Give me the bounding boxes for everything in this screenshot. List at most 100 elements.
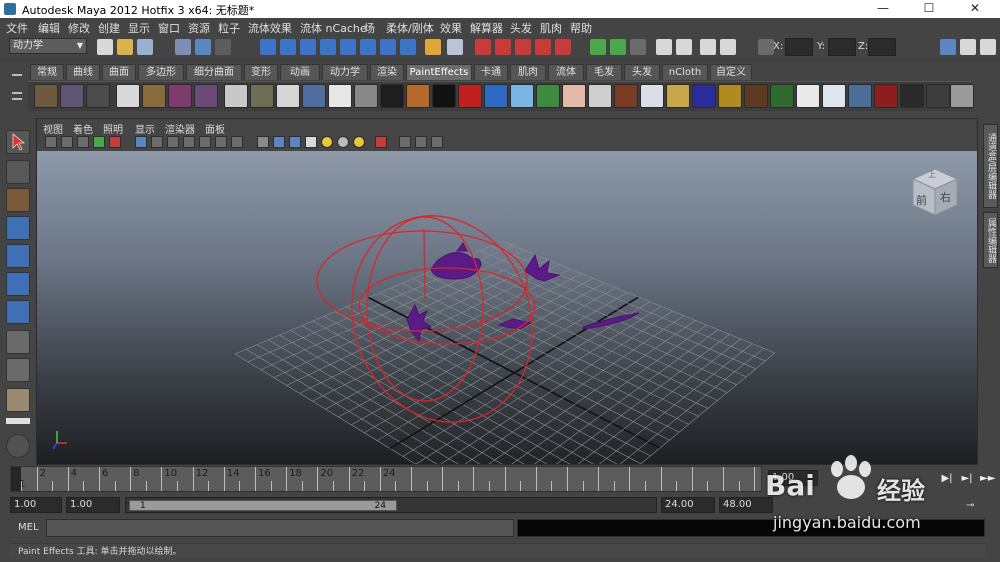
snap-point-icon[interactable] — [300, 39, 316, 55]
hair-brush-icon[interactable] — [744, 84, 768, 108]
metal-brush-icon[interactable] — [354, 84, 378, 108]
panel-menu-view[interactable]: 视图 — [43, 121, 63, 136]
rotate-tool-icon[interactable] — [6, 244, 30, 268]
share-brush-icon[interactable] — [194, 84, 218, 108]
menu-fluid-effects[interactable]: 流体效果 — [248, 20, 292, 36]
panel-menu-lighting[interactable]: 照明 — [103, 121, 123, 136]
new-scene-icon[interactable] — [97, 39, 113, 55]
menu-file[interactable]: 文件 — [6, 20, 28, 36]
construction-icon[interactable] — [380, 39, 396, 55]
flower-brush-icon[interactable] — [822, 84, 846, 108]
range-handle[interactable]: 1 24 — [129, 500, 397, 511]
tab-general[interactable]: 常规 — [30, 64, 64, 80]
film-icon[interactable] — [720, 39, 736, 55]
safe-title-icon[interactable] — [231, 136, 243, 148]
viewcube[interactable]: 上 前 右 — [909, 165, 961, 219]
menu-display[interactable]: 显示 — [128, 20, 150, 36]
move-tool-icon[interactable] — [6, 216, 30, 240]
snap-view-plane-icon[interactable] — [320, 39, 336, 55]
maximize-button[interactable]: ☐ — [906, 0, 952, 18]
camera-attributes-icon[interactable] — [61, 136, 73, 148]
resolution-gate-icon[interactable] — [167, 136, 179, 148]
y-field[interactable] — [828, 38, 856, 56]
render-settings-icon[interactable] — [656, 39, 672, 55]
menu-edit[interactable]: 编辑 — [38, 20, 60, 36]
panel-menu-show[interactable]: 显示 — [135, 121, 155, 136]
select-hierarchy-icon[interactable] — [175, 39, 191, 55]
brush-stroke-icon[interactable] — [60, 84, 84, 108]
smoke-brush-icon[interactable] — [900, 84, 924, 108]
snow-brush-icon[interactable] — [848, 84, 872, 108]
tab-polygons[interactable]: 多边形 — [138, 64, 184, 80]
tab-paint-effects[interactable]: PaintEffects — [406, 64, 472, 80]
fire-brush-icon[interactable] — [614, 84, 638, 108]
range-end-field[interactable]: 24.00 — [661, 497, 715, 513]
cloud-brush-icon[interactable] — [276, 84, 300, 108]
zebra-brush-icon[interactable] — [380, 84, 404, 108]
menu-fluid-ncache[interactable]: 流体 nCache — [300, 20, 367, 36]
transform-mode-icon[interactable] — [758, 39, 774, 55]
lasso-tool-icon[interactable] — [6, 160, 30, 184]
tab-fur[interactable]: 毛发 — [586, 64, 622, 80]
tool-settings-toggle-icon[interactable] — [960, 39, 976, 55]
sky-brush-icon[interactable] — [510, 84, 534, 108]
snap-grid-icon[interactable] — [260, 39, 276, 55]
tree-brush-icon[interactable] — [250, 84, 274, 108]
minimize-button[interactable]: — — [860, 0, 906, 18]
ipr-render-icon[interactable] — [630, 39, 646, 55]
select-object-icon[interactable] — [195, 39, 211, 55]
tab-dynamics[interactable]: 动力学 — [322, 64, 368, 80]
isolate-select-icon[interactable] — [375, 136, 387, 148]
shadows-icon[interactable] — [337, 136, 349, 148]
panel-menu-renderer[interactable]: 渲染器 — [165, 121, 195, 136]
snap-curve-icon[interactable] — [280, 39, 296, 55]
deformer-icon[interactable] — [535, 39, 551, 55]
ink-brush-icon[interactable] — [432, 84, 456, 108]
gold-brush-icon[interactable] — [666, 84, 690, 108]
help-question-icon[interactable] — [400, 39, 416, 55]
feather-brush-icon[interactable] — [950, 84, 974, 108]
menu-help[interactable]: 帮助 — [570, 20, 592, 36]
hypershade-icon[interactable] — [676, 39, 692, 55]
wireframe-on-shaded-icon[interactable] — [289, 136, 301, 148]
smooth-shade-icon[interactable] — [273, 136, 285, 148]
tab-deformation[interactable]: 变形 — [244, 64, 278, 80]
safe-action-icon[interactable] — [215, 136, 227, 148]
xray-icon[interactable] — [399, 136, 411, 148]
branch-brush-icon[interactable] — [796, 84, 820, 108]
tab-ncloth[interactable]: nCloth — [662, 64, 708, 80]
panel-menu-panels[interactable]: 面板 — [205, 121, 225, 136]
menu-hair[interactable]: 头发 — [510, 20, 532, 36]
curve-brush-icon[interactable] — [142, 84, 166, 108]
field-chart-icon[interactable] — [199, 136, 211, 148]
spark-brush-icon[interactable] — [926, 84, 950, 108]
make-live-icon[interactable] — [340, 39, 356, 55]
attribute-editor-toggle-icon[interactable] — [940, 39, 956, 55]
coral-brush-icon[interactable] — [874, 84, 898, 108]
blue-swirl-brush-icon[interactable] — [692, 84, 716, 108]
soft-mod-tool-icon[interactable] — [6, 330, 30, 354]
menu-effects[interactable]: 效果 — [440, 20, 462, 36]
command-input[interactable] — [46, 519, 514, 537]
grid-toggle-icon[interactable] — [135, 136, 147, 148]
xray-joints-icon[interactable] — [415, 136, 427, 148]
show-manipulator-icon[interactable] — [6, 358, 30, 382]
paint-canvas-icon[interactable] — [86, 84, 110, 108]
input-ops-icon[interactable] — [447, 39, 463, 55]
two-d-pan-icon[interactable] — [109, 136, 121, 148]
history-icon[interactable] — [360, 39, 376, 55]
viewport-3d[interactable]: 上 前 右 — [37, 151, 977, 464]
menu-set-selector[interactable]: 动力学 ▼ — [9, 38, 87, 54]
red-brush-icon[interactable] — [458, 84, 482, 108]
bookmark-icon[interactable] — [77, 136, 89, 148]
menu-fields[interactable]: 场 — [364, 20, 375, 36]
joint-icon[interactable] — [495, 39, 511, 55]
menu-particles[interactable]: 粒子 — [218, 20, 240, 36]
mesh-brush-icon[interactable] — [224, 84, 248, 108]
open-scene-icon[interactable] — [117, 39, 133, 55]
skin-icon[interactable] — [515, 39, 531, 55]
close-button[interactable]: ✕ — [952, 0, 998, 18]
image-plane-icon[interactable] — [93, 136, 105, 148]
menu-soft-rigid[interactable]: 柔体/刚体 — [386, 20, 434, 36]
shelf-menu-icon[interactable] — [10, 66, 24, 110]
